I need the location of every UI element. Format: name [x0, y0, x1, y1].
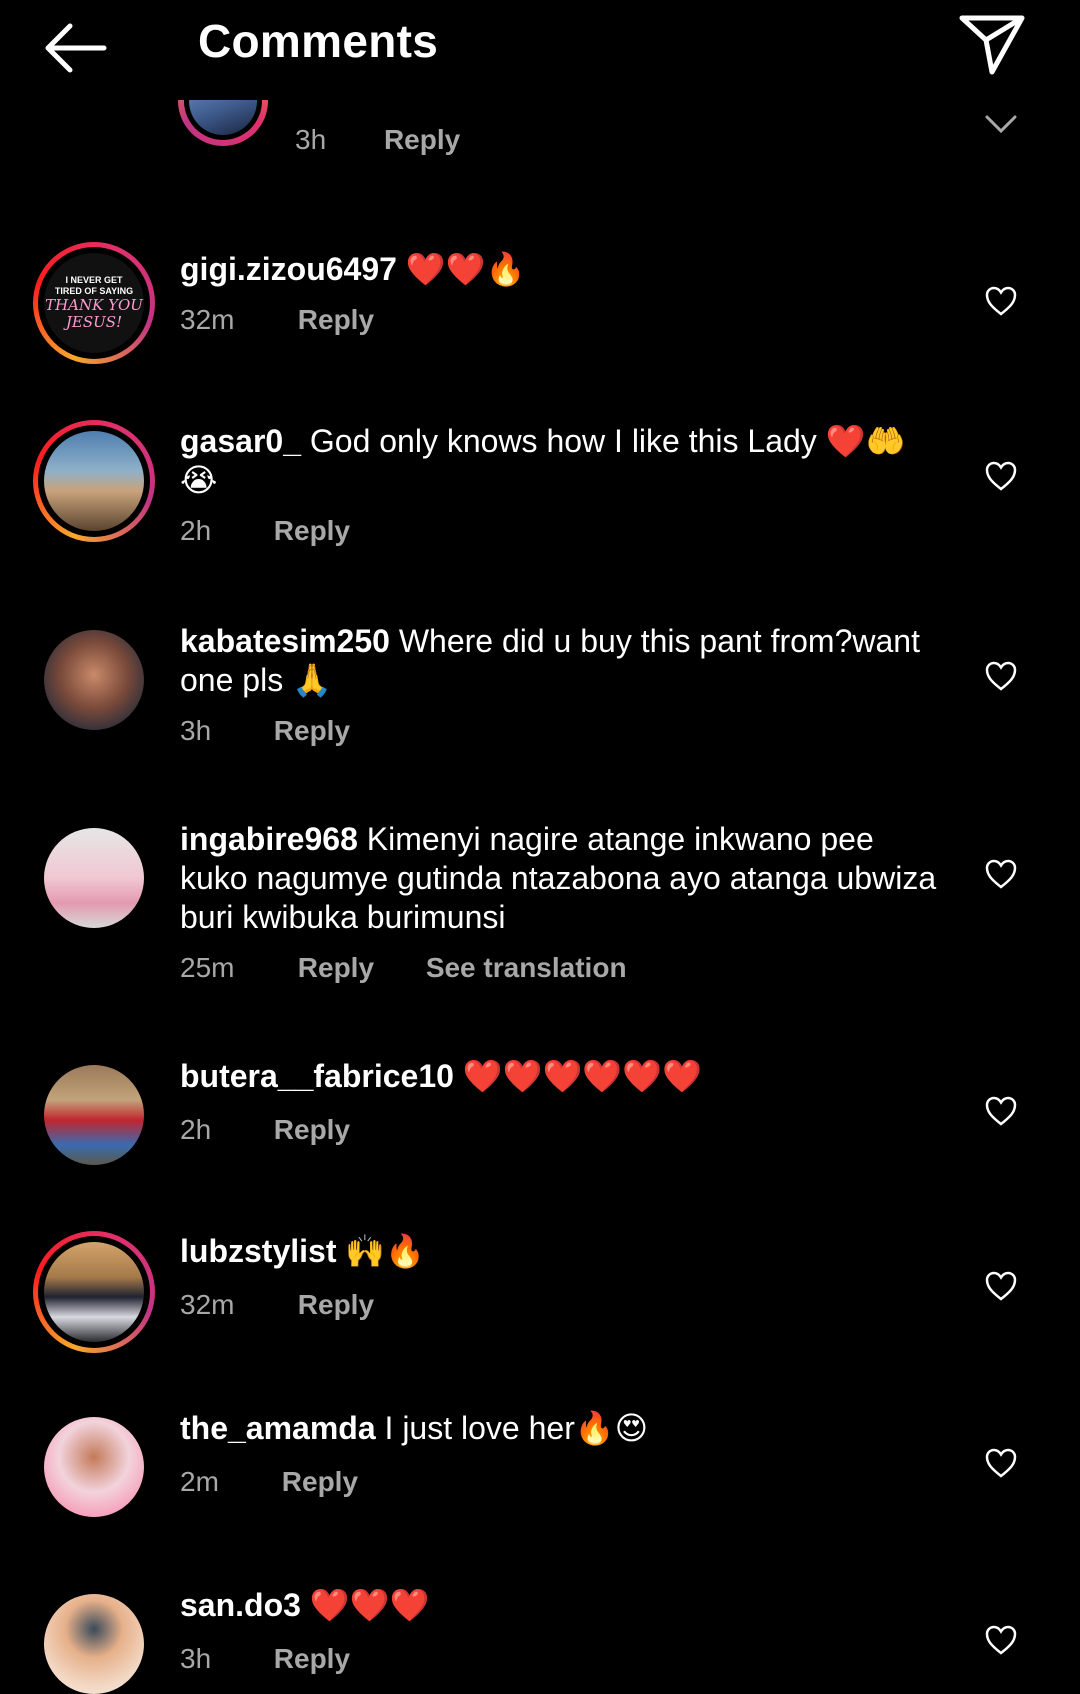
see-translation-button[interactable]: See translation — [426, 952, 627, 984]
avatar[interactable] — [44, 1594, 144, 1694]
comment-body: gigi.zizou6497 ❤️❤️🔥 — [180, 250, 940, 289]
reply-button[interactable]: Reply — [282, 1466, 358, 1498]
comment-time: 32m — [180, 1289, 235, 1320]
comment-time: 3h — [295, 124, 327, 155]
comment-body: lubzstylist 🙌🔥 — [180, 1232, 940, 1271]
top-bar: Comments — [0, 0, 1080, 100]
comment-time: 3h — [180, 1643, 212, 1674]
avatar[interactable] — [44, 1065, 144, 1165]
comment-body: san.do3 ❤️❤️❤️ — [180, 1586, 940, 1625]
comment-body: the_amamda I just love her🔥😍 — [180, 1409, 940, 1448]
comment-meta: 3h Reply — [295, 124, 460, 156]
avatar[interactable]: I NEVER GET TIRED OF SAYING THANK YOU JE… — [33, 242, 155, 364]
reply-button[interactable]: Reply — [274, 1114, 350, 1146]
comment-text: I just love her🔥😍 — [384, 1410, 649, 1446]
comment-meta: 32m Reply — [180, 304, 374, 336]
avatar[interactable] — [33, 1231, 155, 1353]
comment-time: 2h — [180, 1114, 212, 1145]
username[interactable]: san.do3 — [180, 1587, 301, 1623]
heart-icon[interactable] — [984, 1447, 1018, 1479]
avatar[interactable] — [44, 1417, 144, 1517]
username[interactable]: kabatesim250 — [180, 623, 390, 659]
comment-time: 25m — [180, 952, 235, 983]
heart-icon[interactable] — [984, 1624, 1018, 1656]
partial-comment: 3h Reply — [0, 56, 1080, 190]
comment-text: 🙌🔥 — [345, 1233, 426, 1269]
reply-button[interactable]: Reply — [298, 952, 374, 984]
comment-text: ❤️❤️🔥 — [405, 251, 526, 287]
comment-body: ingabire968 Kimenyi nagire atange inkwan… — [180, 820, 940, 937]
comment-meta: 3h Reply — [180, 715, 350, 747]
avatar[interactable] — [44, 828, 144, 928]
reply-button[interactable]: Reply — [384, 124, 460, 156]
heart-icon[interactable] — [984, 1095, 1018, 1127]
username[interactable]: lubzstylist — [180, 1233, 336, 1269]
comment-meta: 32m Reply — [180, 1289, 374, 1321]
paper-plane-icon[interactable] — [958, 14, 1026, 76]
heart-icon[interactable] — [984, 858, 1018, 890]
username[interactable]: ingabire968 — [180, 821, 358, 857]
reply-button[interactable]: Reply — [274, 515, 350, 547]
comment-meta: 2h Reply — [180, 515, 350, 547]
comment-meta: 2h Reply — [180, 1114, 350, 1146]
comment-time: 3h — [180, 715, 212, 746]
reply-button[interactable]: Reply — [298, 304, 374, 336]
comment-body: kabatesim250 Where did u buy this pant f… — [180, 622, 940, 700]
comment-text: ❤️❤️❤️ — [309, 1587, 430, 1623]
comment-meta: 2m Reply — [180, 1466, 358, 1498]
comment-body: butera__fabrice10 ❤️❤️❤️❤️❤️❤️ — [180, 1057, 940, 1096]
comment-time: 2h — [180, 515, 212, 546]
comment-time: 2m — [180, 1466, 219, 1497]
page-title: Comments — [198, 15, 439, 67]
heart-icon[interactable] — [984, 285, 1018, 317]
username[interactable]: butera__fabrice10 — [180, 1058, 454, 1094]
reply-button[interactable]: Reply — [298, 1289, 374, 1321]
avatar[interactable] — [44, 630, 144, 730]
heart-icon[interactable] — [984, 460, 1018, 492]
reply-button[interactable]: Reply — [274, 1643, 350, 1675]
comment-meta: 3h Reply — [180, 1643, 350, 1675]
avatar[interactable] — [33, 420, 155, 542]
chevron-down-icon[interactable] — [984, 114, 1018, 134]
username[interactable]: gasar0_ — [180, 423, 301, 459]
arrow-left-icon[interactable] — [40, 18, 110, 78]
comment-time: 32m — [180, 304, 235, 335]
heart-icon[interactable] — [984, 1270, 1018, 1302]
reply-button[interactable]: Reply — [274, 715, 350, 747]
heart-icon[interactable] — [984, 660, 1018, 692]
comment-body: gasar0_ God only knows how I like this L… — [180, 422, 940, 500]
comment-text: ❤️❤️❤️❤️❤️❤️ — [462, 1058, 702, 1094]
comment-meta: 25m Reply See translation — [180, 952, 627, 984]
username[interactable]: the_amamda — [180, 1410, 376, 1446]
username[interactable]: gigi.zizou6497 — [180, 251, 397, 287]
